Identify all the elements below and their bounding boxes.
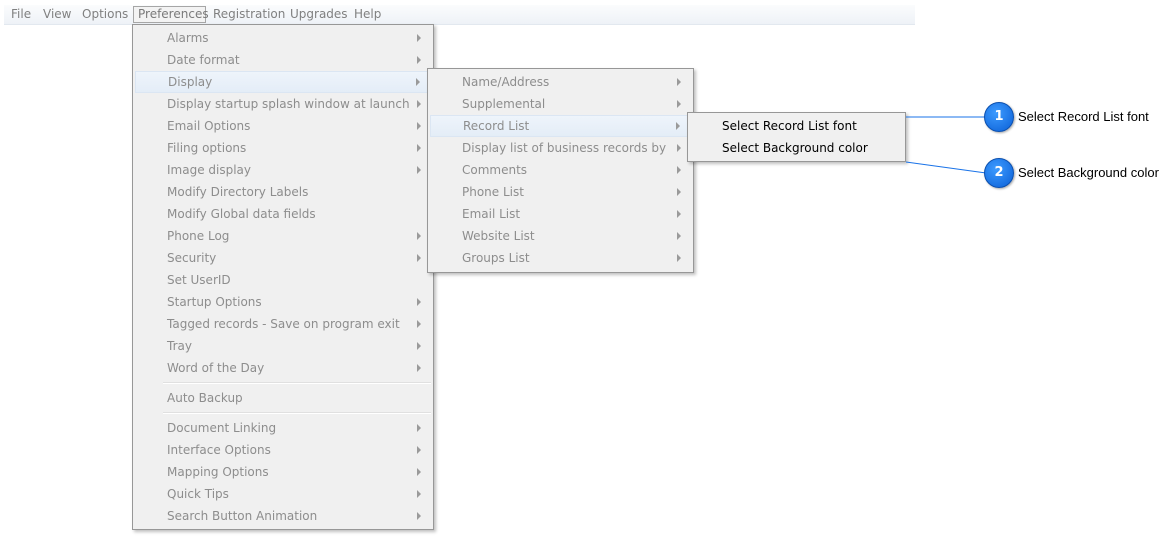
callout-2-badge: 2	[984, 158, 1014, 188]
callout-1-text: Select Record List font	[1018, 109, 1149, 124]
callout-1-badge: 1	[984, 102, 1014, 132]
callout-2-connector	[905, 161, 987, 174]
callout-connectors	[905, 116, 987, 174]
callout-2-text: Select Background color	[1018, 165, 1159, 180]
